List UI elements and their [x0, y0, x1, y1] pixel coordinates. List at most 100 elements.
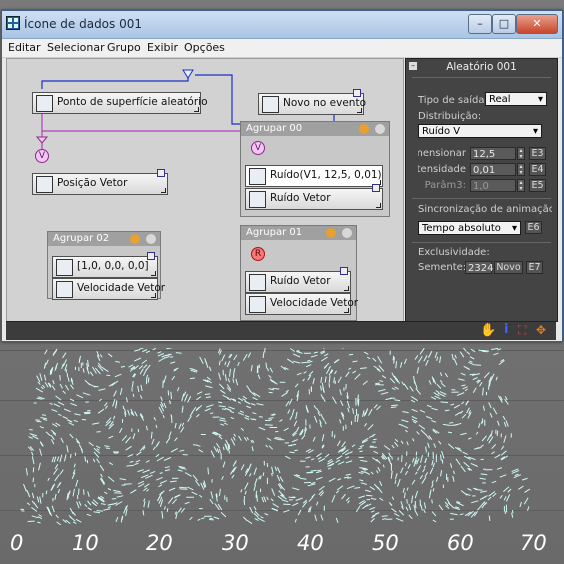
- maximize-button[interactable]: □: [492, 14, 516, 34]
- particle-streak: [305, 456, 311, 459]
- particle-streak: [132, 393, 135, 398]
- particle-streak: [311, 458, 315, 461]
- particle-streak: [504, 398, 509, 405]
- intensity-field[interactable]: 0,01: [470, 163, 516, 176]
- close-button[interactable]: ✕: [516, 14, 558, 34]
- particle-streak: [315, 470, 322, 474]
- particle-streak: [313, 405, 317, 409]
- particle-streak: [168, 487, 176, 492]
- particle-streak: [254, 478, 258, 486]
- particle-streak: [345, 473, 351, 476]
- group-02[interactable]: Agrupar 02 [1,0, 0,0, 0,0] Velocidade Ve…: [47, 231, 165, 300]
- panel-title: Aleatório 001: [446, 61, 517, 73]
- axis-label-0: 0: [10, 531, 24, 555]
- node-position-vector[interactable]: Posição Vetor: [32, 169, 168, 195]
- particle-streak: [92, 422, 100, 425]
- dimension-field[interactable]: 12,5: [470, 147, 516, 160]
- node-noise-vector-g0[interactable]: Ruído Vetor: [245, 184, 383, 210]
- particle-streak: [246, 519, 253, 525]
- particle-streak: [82, 368, 85, 373]
- particle-streak: [414, 471, 418, 475]
- dimension-e-button[interactable]: E3: [529, 147, 546, 160]
- menu-grupo[interactable]: Grupo: [107, 41, 141, 54]
- menu-opcoes[interactable]: Opções: [184, 41, 225, 54]
- particle-streak: [268, 417, 274, 419]
- particle-streak: [388, 452, 392, 458]
- particle-streak: [45, 359, 49, 365]
- group-lock-icon[interactable]: [359, 124, 369, 134]
- event-icon: [262, 96, 279, 113]
- node-vector-constant[interactable]: [1,0, 0,0, 0,0]: [52, 252, 158, 278]
- particle-streak: [366, 356, 371, 360]
- particle-streak: [40, 417, 47, 420]
- particle-streak: [57, 401, 65, 406]
- particle-streak: [66, 445, 69, 453]
- particle-streak: [216, 448, 220, 454]
- info-icon[interactable]: i: [504, 322, 508, 337]
- particle-streak: [223, 422, 228, 426]
- particle-streak: [339, 376, 342, 380]
- particle-streak: [274, 466, 278, 471]
- sync-select[interactable]: Tempo absoluto ▾: [418, 221, 521, 235]
- seed-e-button[interactable]: E7: [526, 261, 543, 274]
- particle-streak: [52, 350, 57, 356]
- particle-streak: [364, 503, 372, 508]
- zoom-icon[interactable]: ⛶: [518, 323, 526, 338]
- particle-streak: [418, 424, 426, 430]
- axis-label-50: 50: [372, 531, 399, 555]
- particle-streak: [370, 518, 375, 523]
- r-badge: R: [251, 247, 265, 261]
- particle-streak: [414, 509, 419, 516]
- pan-hand-icon[interactable]: ✋: [480, 323, 496, 338]
- particle-streak: [256, 403, 264, 406]
- particle-streak: [62, 352, 67, 359]
- output-type-select[interactable]: Real ▾: [485, 92, 547, 106]
- move-icon[interactable]: ✥: [536, 323, 546, 337]
- particle-streak: [171, 498, 177, 505]
- group-toggle-icon[interactable]: [146, 234, 156, 244]
- particle-streak: [164, 466, 170, 469]
- node-noise-vector-g1[interactable]: Ruído Vetor: [245, 267, 351, 293]
- node-new-event[interactable]: Novo no evento: [258, 89, 366, 115]
- group-toggle-icon[interactable]: [375, 124, 385, 134]
- particle-streak: [107, 353, 113, 358]
- particle-streak: [180, 507, 186, 513]
- group-00[interactable]: Agrupar 00 V Ruído(V1, 12,5, 0,01) Ruído…: [240, 121, 390, 217]
- particle-streak: [394, 399, 401, 402]
- title-bar[interactable]: Ícone de dados 001 – □ ✕: [2, 11, 562, 39]
- intensity-e-button[interactable]: E4: [529, 163, 546, 176]
- particle-streak: [275, 437, 282, 439]
- group-lock-icon[interactable]: [326, 228, 336, 238]
- particle-streak: [296, 372, 302, 376]
- particle-streak: [470, 500, 479, 504]
- particle-streak: [283, 427, 289, 432]
- axis-label-20: 20: [146, 531, 173, 555]
- menu-editar[interactable]: Editar: [8, 41, 41, 54]
- seed-field[interactable]: 2324: [465, 261, 493, 274]
- menu-selecionar[interactable]: Selecionar: [47, 41, 105, 54]
- node-velocity-vector-g2[interactable]: Velocidade Vetor: [52, 278, 165, 300]
- minimize-button[interactable]: –: [468, 14, 492, 34]
- intensity-spinner[interactable]: ▴ ▾: [517, 163, 525, 176]
- param3-field[interactable]: 1,0: [470, 179, 516, 192]
- particle-streak: [301, 434, 306, 440]
- particle-streak: [256, 494, 258, 502]
- group-lock-icon[interactable]: [130, 234, 140, 244]
- param3-spinner[interactable]: ▴ ▾: [517, 179, 525, 192]
- node-canvas[interactable]: Ponto de superfície aleatório Novo no ev…: [6, 58, 404, 322]
- particle-streak: [62, 390, 66, 395]
- distribution-select[interactable]: Ruído V ▾: [418, 124, 542, 138]
- particle-streak: [419, 348, 425, 355]
- sync-e-button[interactable]: E6: [525, 221, 542, 234]
- group-toggle-icon[interactable]: [342, 228, 352, 238]
- node-noise-expression[interactable]: Ruído(V1, 12,5, 0,01): [245, 165, 383, 187]
- particle-streak: [320, 514, 324, 521]
- node-surface-point[interactable]: Ponto de superfície aleatório: [32, 92, 208, 114]
- particle-streak: [473, 487, 478, 490]
- dimension-spinner[interactable]: ▴ ▾: [517, 147, 525, 160]
- menu-exibir[interactable]: Exibir: [147, 41, 178, 54]
- node-velocity-vector-g1[interactable]: Velocidade Vetor: [245, 293, 358, 315]
- param3-e-button[interactable]: E5: [529, 179, 546, 192]
- new-seed-button[interactable]: Novo: [494, 261, 523, 274]
- group-01[interactable]: Agrupar 01 R Ruído Vetor Velocidade Veto…: [240, 225, 358, 321]
